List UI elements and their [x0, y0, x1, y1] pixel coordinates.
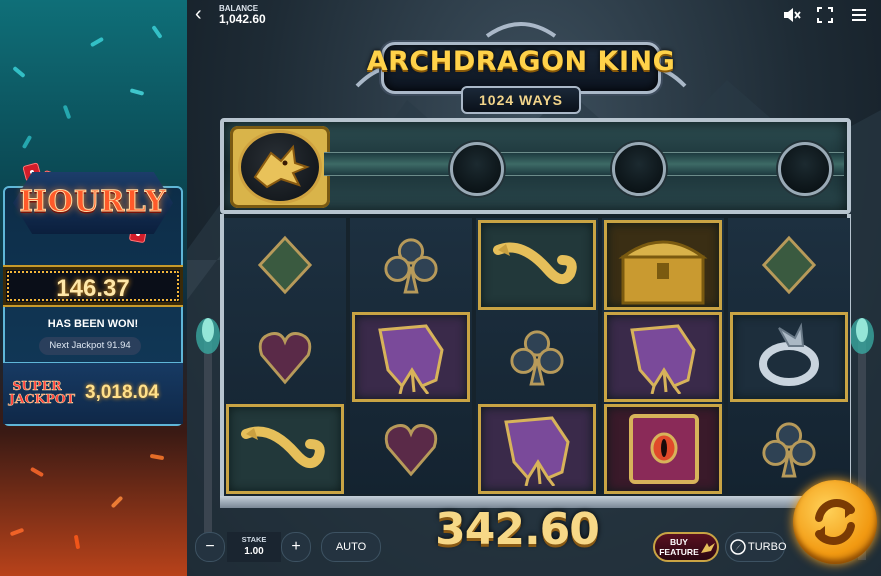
golden-dragon-horn-symbol[interactable] — [226, 404, 344, 494]
feature-orb — [612, 142, 666, 196]
confetti-decoration — [129, 88, 145, 96]
reel-column — [602, 218, 724, 494]
game-logo: ARCHDRAGON KING 1024 WAYS — [347, 16, 695, 120]
ways-text: 1024 WAYS — [479, 92, 563, 108]
reel-column — [728, 218, 850, 494]
fullscreen-icon[interactable] — [815, 5, 835, 25]
confetti-decoration — [9, 527, 25, 537]
win-amount: 342.60 — [435, 504, 600, 555]
auto-label: AUTO — [335, 541, 367, 553]
confetti-decoration — [151, 25, 163, 39]
decrease-stake-button[interactable]: − — [195, 532, 225, 562]
ways-plate: 1024 WAYS — [461, 86, 581, 114]
blue-club-symbol[interactable] — [352, 220, 470, 310]
won-message: HAS BEEN WON! — [47, 318, 139, 330]
green-diamond-symbol[interactable] — [730, 220, 848, 310]
confetti-decoration — [21, 134, 33, 150]
increase-stake-button[interactable]: + — [281, 532, 311, 562]
reels-grid — [220, 214, 851, 498]
golden-treasure-chest-symbol[interactable] — [604, 220, 722, 310]
reel-column — [224, 218, 346, 494]
super-jackpot-amount: 3,018.04 — [85, 382, 159, 403]
game-title: ARCHDRAGON KING — [366, 46, 676, 77]
purple-dragon-claw-symbol[interactable] — [604, 312, 722, 402]
stake-label: STAKE — [241, 535, 267, 544]
hourly-title: HOURLY — [19, 184, 167, 219]
confetti-decoration — [12, 65, 26, 79]
chevron-left-icon[interactable]: ‹ — [195, 4, 213, 24]
auto-spin-button[interactable]: AUTO — [321, 532, 381, 562]
confetti-decoration — [149, 453, 165, 461]
hourly-amount-box: 146.37 — [3, 265, 183, 307]
bottom-controls: − STAKE 1.00 + AUTO 342.60 BUY FEATURE T… — [187, 480, 881, 576]
blue-club-symbol[interactable] — [478, 312, 596, 402]
stake-display: STAKE 1.00 — [227, 532, 281, 562]
confetti-decoration — [110, 495, 124, 509]
reel-column — [476, 218, 598, 494]
golden-dragon-horn-symbol[interactable] — [478, 220, 596, 310]
super-jackpot-label: SUPER JACKPOT — [9, 379, 76, 406]
game-area: ‹ BALANCE 1,042.60 ARCHDRAGON KING 1024 … — [187, 0, 881, 576]
stake-value: 1.00 — [244, 546, 264, 557]
speaker-muted-icon[interactable] — [781, 5, 801, 25]
purple-heart-symbol[interactable] — [226, 312, 344, 402]
purple-spell-book-symbol[interactable] — [604, 404, 722, 494]
reel-column — [350, 218, 472, 494]
spin-button[interactable] — [793, 480, 877, 564]
confetti-decoration — [73, 534, 81, 550]
menu-icon[interactable] — [849, 5, 869, 25]
turbo-icon — [730, 539, 746, 555]
purple-dragon-claw-symbol[interactable] — [478, 404, 596, 494]
feature-meter — [220, 118, 851, 214]
buy-feature-button[interactable]: BUY FEATURE — [653, 532, 719, 562]
hourly-amount: 146.37 — [56, 275, 130, 302]
jackpot-panel: HOURLY 146.37 HAS BEEN WON! Next Jackpot… — [0, 0, 187, 576]
turbo-button[interactable]: TURBO — [725, 532, 787, 562]
balance-value: 1,042.60 — [219, 12, 266, 26]
feature-badge — [230, 126, 330, 208]
dragon-head-icon — [238, 130, 322, 204]
confetti-decoration — [62, 104, 72, 120]
minus-label: − — [205, 538, 215, 555]
purple-dragon-claw-symbol[interactable] — [352, 312, 470, 402]
super-label-line2: JACKPOT — [9, 391, 76, 406]
spin-arrows-icon — [815, 499, 855, 545]
green-diamond-symbol[interactable] — [226, 220, 344, 310]
silver-dragon-ring-symbol[interactable] — [730, 312, 848, 402]
next-jackpot-pill: Next Jackpot 91.94 — [39, 337, 141, 355]
feature-orb — [450, 142, 504, 196]
dragon-icon — [701, 543, 715, 553]
buy-feature-label: BUY FEATURE — [659, 537, 699, 557]
hourly-logo: HOURLY — [8, 158, 178, 244]
plus-label: + — [291, 538, 301, 555]
super-jackpot-card: SUPER JACKPOT 3,018.04 — [3, 362, 183, 424]
purple-heart-symbol[interactable] — [352, 404, 470, 494]
turbo-label: TURBO — [748, 541, 787, 553]
confetti-decoration — [29, 466, 45, 478]
confetti-decoration — [89, 36, 105, 48]
feature-orb — [778, 142, 832, 196]
